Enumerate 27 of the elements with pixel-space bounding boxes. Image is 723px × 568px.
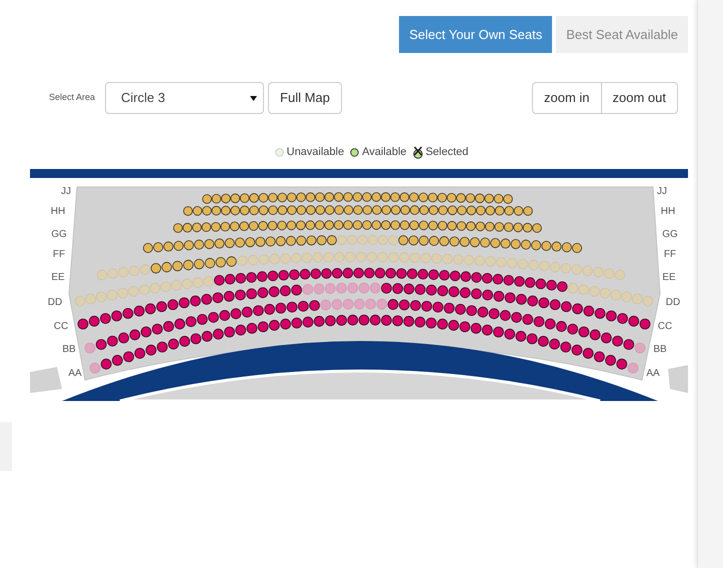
row-label: BB (653, 344, 667, 354)
row-label: FF (52, 248, 66, 260)
row-label: GG (51, 228, 67, 240)
row-label: EE (51, 272, 65, 282)
row-label: CC (658, 320, 672, 332)
legend-label: Unavailable (286, 145, 344, 160)
full-map-button[interactable]: Full Map (268, 82, 342, 114)
booking-mode-tab[interactable]: Select Your Own Seats (399, 16, 552, 53)
row-label: HH (50, 206, 66, 216)
area-dropdown[interactable]: Circle 3 (105, 82, 264, 114)
row-label: BB (62, 344, 76, 354)
zoom-out-button[interactable]: zoom out (602, 83, 677, 113)
row-label: FF (664, 248, 676, 260)
row-label: GG (662, 228, 678, 240)
zoom-in-button[interactable]: zoom in (532, 83, 602, 113)
row-label: DD (666, 296, 680, 308)
row-label: CC (54, 320, 68, 332)
legend-label: Selected (426, 145, 468, 160)
row-label: JJ (61, 186, 71, 196)
row-label: HH (660, 206, 676, 216)
row-label: AA (646, 368, 660, 378)
row-label: DD (48, 296, 62, 308)
row-label: JJ (657, 186, 667, 196)
select-area-label: Select Area (49, 91, 96, 104)
row-label: EE (662, 272, 676, 282)
legend-label: Available (362, 145, 407, 160)
row-label: AA (68, 368, 82, 378)
